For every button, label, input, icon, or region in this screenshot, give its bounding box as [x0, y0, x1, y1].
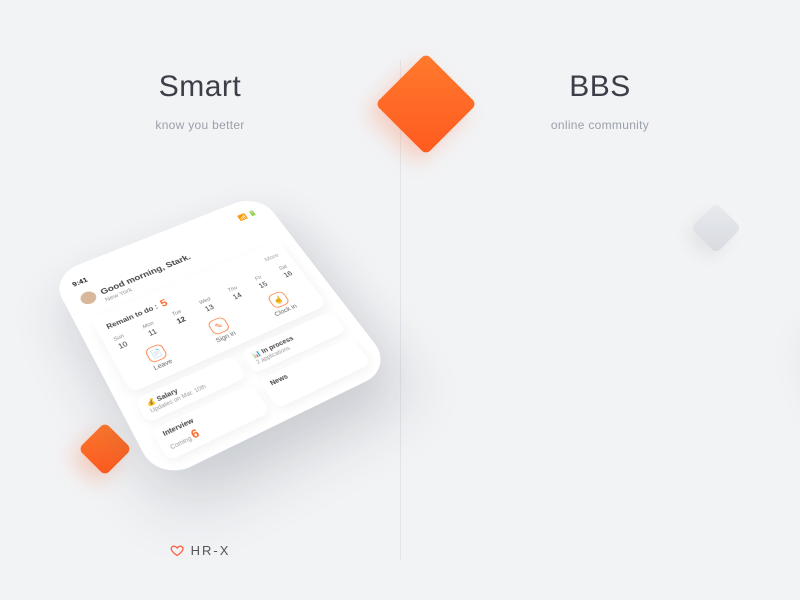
panel-smart: Smart know you better 9:41 📶 🔋 Good morn…: [0, 0, 400, 600]
day-mon[interactable]: Mon11: [142, 321, 160, 338]
brand-text: HR-X: [191, 543, 231, 558]
avatar[interactable]: [78, 289, 99, 306]
status-icons: 📶 🔋: [237, 209, 259, 221]
day-tue[interactable]: Tue12: [171, 309, 187, 325]
headline-smart: Smart: [159, 70, 242, 104]
day-sat[interactable]: Sat16: [278, 265, 294, 279]
heart-icon: [170, 543, 185, 558]
day-fri[interactable]: Fri15: [253, 275, 269, 290]
phone-smart: 9:41 📶 🔋 Good morning, Stark. New York R…: [50, 194, 393, 483]
brand-logo: HR-X: [170, 543, 231, 558]
headline-bbs: BBS: [569, 70, 631, 104]
day-sun[interactable]: Sun10: [113, 334, 130, 351]
subhead-bbs: online community: [551, 118, 649, 132]
remain-count: 5: [158, 297, 170, 309]
day-wed[interactable]: Wed13: [198, 297, 216, 314]
panel-bbs: BBS online community Moraine Lake, Banff…: [400, 0, 800, 600]
day-thu[interactable]: Thu14: [227, 286, 244, 302]
subhead-smart: know you better: [155, 118, 244, 132]
more-link[interactable]: More: [264, 253, 280, 263]
status-time: 9:41: [71, 276, 89, 288]
